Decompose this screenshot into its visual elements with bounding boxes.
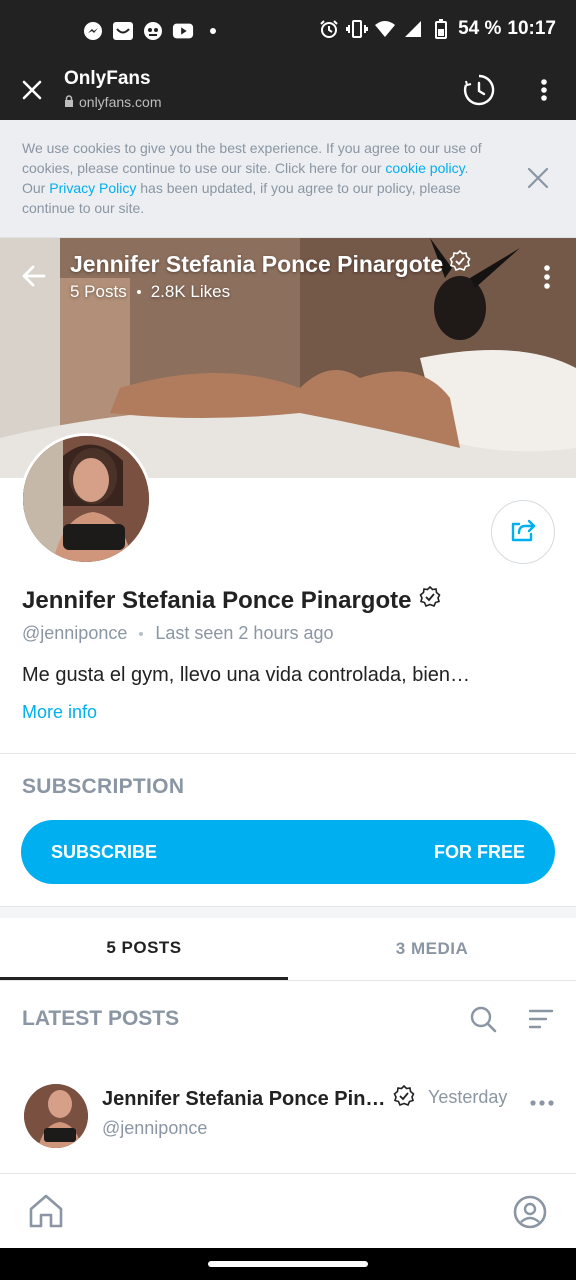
sort-icon[interactable] xyxy=(528,1007,554,1031)
battery-percent: 54 % xyxy=(458,18,502,39)
status-bar: 54 % 10:17 xyxy=(0,0,576,60)
likes-count: 2.8K Likes xyxy=(150,282,231,301)
browser-title: OnlyFans xyxy=(64,68,151,89)
home-gesture-bar[interactable] xyxy=(208,1261,368,1267)
youtube-icon xyxy=(172,20,194,42)
subscribe-button[interactable]: SUBSCRIBE FOR FREE xyxy=(21,820,555,884)
tab-media[interactable]: 3 MEDIA xyxy=(288,918,576,980)
post-handle: @jenniponce xyxy=(102,1118,208,1138)
cookie-policy-link[interactable]: cookie policy xyxy=(385,160,464,176)
section-gap xyxy=(0,906,576,918)
system-status: 54 % 10:17 xyxy=(318,18,556,40)
tab-posts[interactable]: 5 POSTS xyxy=(0,918,288,980)
post-author: Jennifer Stefania Ponce Pin… xyxy=(102,1084,415,1113)
browser-toolbar: OnlyFans onlyfans.com xyxy=(0,60,576,120)
timer-icon[interactable] xyxy=(462,73,496,107)
post-time: Yesterday xyxy=(428,1087,508,1107)
posts-count: 5 Posts xyxy=(70,282,127,301)
more-horiz-icon[interactable] xyxy=(530,1094,554,1106)
more-vert-icon[interactable] xyxy=(540,264,554,290)
cover-name: Jennifer Stefania Ponce Pinargote xyxy=(70,249,471,278)
last-seen: Last seen 2 hours ago xyxy=(155,623,334,643)
share-button[interactable] xyxy=(491,500,555,564)
profile-tabs: 5 POSTS 3 MEDIA xyxy=(0,918,576,981)
back-arrow-icon[interactable] xyxy=(20,262,48,290)
verified-icon xyxy=(393,1084,415,1113)
verified-icon xyxy=(449,249,471,278)
verified-icon xyxy=(419,585,441,615)
url-text: onlyfans.com xyxy=(79,94,162,110)
latest-posts-title: LATEST POSTS xyxy=(22,1007,180,1030)
profile-handle: @jenniponce xyxy=(22,623,128,643)
notification-icons xyxy=(82,20,216,42)
close-icon[interactable] xyxy=(18,76,46,104)
wifi-icon xyxy=(374,18,396,40)
system-nav-bar xyxy=(0,1248,576,1280)
cookie-banner: We use cookies to give you the best expe… xyxy=(0,120,576,238)
close-icon[interactable] xyxy=(526,166,550,190)
subscription-title: SUBSCRIPTION xyxy=(22,775,185,798)
search-icon[interactable] xyxy=(469,1005,497,1033)
profile-bio: Me gusta el gym, llevo una vida controla… xyxy=(22,664,471,686)
avatar-image xyxy=(23,436,149,562)
browser-url: onlyfans.com xyxy=(64,94,161,110)
subscribe-price: FOR FREE xyxy=(433,841,525,862)
battery-icon xyxy=(430,18,452,40)
clock: 10:17 xyxy=(507,18,556,39)
profile-meta: @jenniponce Last seen 2 hours ago xyxy=(22,623,334,644)
cover-stats: 5 Posts 2.8K Likes xyxy=(70,282,230,302)
inbox-icon xyxy=(112,20,134,42)
more-info-link[interactable]: More info xyxy=(22,702,97,723)
messenger-icon xyxy=(82,20,104,42)
more-vert-icon[interactable] xyxy=(534,76,554,104)
home-icon[interactable] xyxy=(27,1193,65,1229)
privacy-policy-link[interactable]: Privacy Policy xyxy=(49,180,136,196)
bottom-nav xyxy=(0,1173,576,1248)
dot-icon xyxy=(210,28,216,34)
profile-icon[interactable] xyxy=(512,1194,548,1230)
alarm-icon xyxy=(318,18,340,40)
cookie-text: We use cookies to give you the best expe… xyxy=(22,140,482,216)
divider xyxy=(0,753,576,754)
subscribe-label: SUBSCRIBE xyxy=(51,841,158,862)
signal-icon xyxy=(402,18,424,40)
profile-name: Jennifer Stefania Ponce Pinargote xyxy=(22,585,441,615)
vibrate-icon xyxy=(346,18,369,40)
lock-icon xyxy=(64,94,74,110)
post-avatar[interactable] xyxy=(24,1084,88,1148)
avatar[interactable] xyxy=(20,433,152,565)
game-icon xyxy=(142,20,164,42)
share-icon xyxy=(509,516,537,549)
